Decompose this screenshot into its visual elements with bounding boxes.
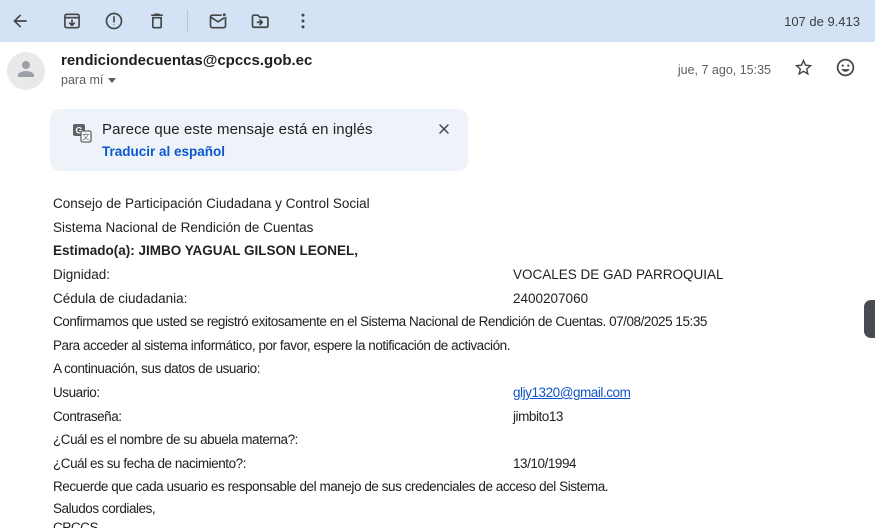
message-date: jue, 7 ago, 15:35 (678, 63, 771, 77)
body-row-value: VOCALES DE GAD PARROQUIAL (513, 267, 724, 282)
body-row-label: A continuación, sus datos de usuario: (53, 361, 260, 376)
move-to-button[interactable] (242, 3, 278, 39)
body-row: Cédula de ciudadania: 2400207060 (53, 286, 843, 310)
body-row: Consejo de Participación Ciudadana y Con… (53, 192, 843, 216)
body-row-label: Cédula de ciudadania: (53, 291, 187, 306)
toolbar-divider (187, 10, 188, 32)
body-row: Contraseña: jimbito13 (53, 404, 843, 428)
scrollbar-thumb[interactable] (864, 300, 875, 338)
email-link[interactable]: gljy1320@gmail.com (513, 385, 630, 400)
move-to-folder-icon (250, 11, 270, 31)
body-row: Saludos cordiales, (53, 499, 843, 519)
archive-icon (62, 11, 82, 31)
body-row: Para acceder al sistema informático, por… (53, 334, 843, 358)
body-row-label: Contraseña: (53, 409, 122, 424)
body-row-value: 13/10/1994 (513, 456, 576, 471)
report-spam-icon (104, 11, 124, 31)
body-row: Recuerde que cada usuario es responsable… (53, 475, 843, 499)
body-row: A continuación, sus datos de usuario: (53, 357, 843, 381)
more-options-button[interactable] (285, 3, 321, 39)
close-icon (436, 121, 452, 142)
message-header: rendiciondecuentas@cpccs.gob.ec para mí … (0, 42, 875, 94)
body-row: ¿Cuál es su fecha de nacimiento?: 13/10/… (53, 452, 843, 476)
person-icon (14, 57, 38, 86)
body-row-label: Dignidad: (53, 267, 110, 282)
chevron-down-icon (108, 78, 116, 83)
add-reaction-button[interactable] (831, 56, 859, 84)
body-row: Estimado(a): JIMBO YAGUAL GILSON LEONEL, (53, 239, 843, 263)
star-button[interactable] (789, 56, 817, 84)
report-spam-button[interactable] (96, 3, 132, 39)
recipient-dropdown[interactable]: para mí (61, 73, 312, 87)
body-row-label: Estimado(a): JIMBO YAGUAL GILSON LEONEL, (53, 243, 358, 258)
star-icon (793, 57, 814, 83)
translate-message: Parece que este mensaje está en inglés (102, 121, 373, 138)
back-button[interactable] (2, 3, 38, 39)
banner-close-button[interactable] (433, 120, 455, 142)
email-body: Consejo de Participación Ciudadana y Con… (53, 192, 843, 528)
body-row-label: Sistema Nacional de Rendición de Cuentas (53, 220, 313, 235)
body-row: Sistema Nacional de Rendición de Cuentas (53, 216, 843, 240)
translate-icon: G 文 (72, 130, 92, 147)
body-row: Usuario: gljy1320@gmail.com (53, 381, 843, 405)
body-row-label: Consejo de Participación Ciudadana y Con… (53, 196, 370, 211)
body-row-value: jimbito13 (513, 409, 563, 424)
avatar[interactable] (7, 52, 45, 90)
body-row-label: CPCCS (53, 520, 98, 528)
body-row-label: ¿Cuál es el nombre de su abuela materna?… (53, 432, 298, 447)
body-row-value: 2400207060 (513, 291, 588, 306)
trash-icon (147, 11, 167, 31)
body-row: Dignidad: VOCALES DE GAD PARROQUIAL (53, 263, 843, 287)
body-row: CPCCS (53, 518, 843, 528)
sender-email: rendiciondecuentas@cpccs.gob.ec (61, 52, 312, 69)
translate-action-link[interactable]: Traducir al español (102, 144, 373, 159)
body-row-label: Recuerde que cada usuario es responsable… (53, 479, 608, 494)
body-row: Confirmamos que usted se registró exitos… (53, 310, 843, 334)
body-row-label: Confirmamos que usted se registró exitos… (53, 314, 707, 329)
back-arrow-icon (10, 11, 30, 31)
svg-text:文: 文 (82, 132, 90, 142)
archive-button[interactable] (54, 3, 90, 39)
translate-banner: G 文 Parece que este mensaje está en ingl… (50, 109, 468, 171)
delete-button[interactable] (139, 3, 175, 39)
body-row-label: ¿Cuál es su fecha de nacimiento?: (53, 456, 246, 471)
body-row-value: gljy1320@gmail.com (513, 385, 630, 400)
recipient-label: para mí (61, 73, 103, 87)
more-vert-icon (293, 11, 313, 31)
body-row-label: Usuario: (53, 385, 100, 400)
body-row-label: Para acceder al sistema informático, por… (53, 338, 510, 353)
body-row-label: Saludos cordiales, (53, 501, 155, 516)
emoji-smile-icon (835, 57, 856, 83)
mark-unread-icon (208, 11, 228, 31)
message-counter: 107 de 9.413 (784, 14, 860, 29)
body-row: ¿Cuál es el nombre de su abuela materna?… (53, 428, 843, 452)
email-toolbar: 107 de 9.413 (0, 0, 875, 42)
mark-unread-button[interactable] (200, 3, 236, 39)
